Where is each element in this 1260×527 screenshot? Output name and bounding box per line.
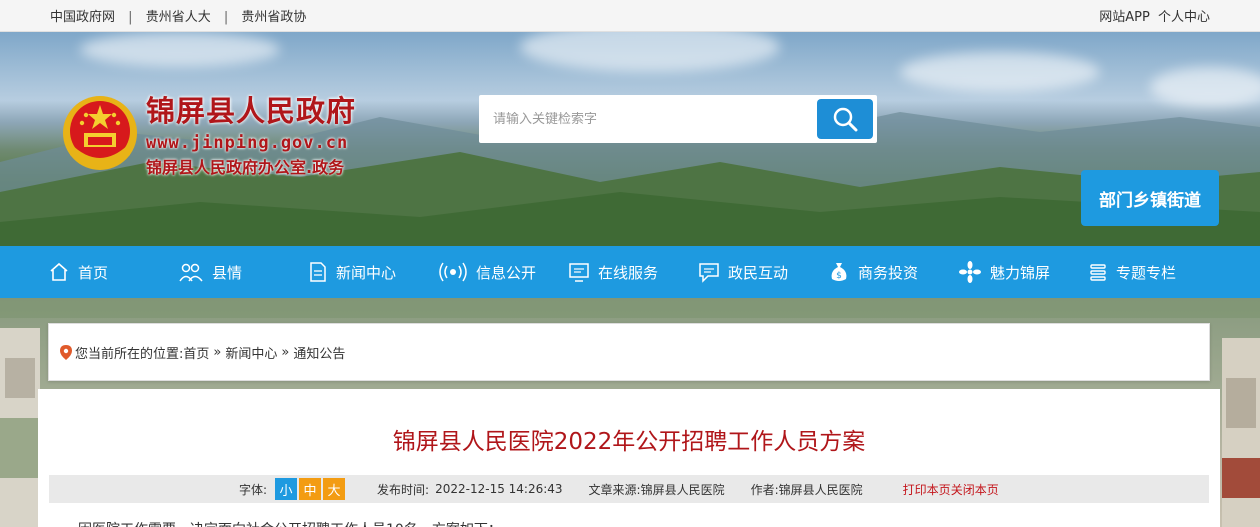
top-left-links: 中国政府网 | 贵州省人大 | 贵州省政协 <box>50 6 306 25</box>
department-button[interactable]: 部门乡镇街道 <box>1081 170 1219 226</box>
search-icon <box>833 107 858 132</box>
separator: | <box>128 10 133 25</box>
link-guizhou-cppcc[interactable]: 贵州省政协 <box>241 10 306 25</box>
breadcrumb-news[interactable]: 新闻中心 <box>225 343 277 362</box>
site-url: www.jinping.gov.cn <box>146 133 349 153</box>
breadcrumb-notice[interactable]: 通知公告 <box>293 343 345 362</box>
nav-home[interactable]: 首页 <box>48 261 178 283</box>
breadcrumb-home[interactable]: 首页 <box>183 343 209 362</box>
link-app[interactable]: 网站APP <box>1099 10 1150 25</box>
nav-label: 县情 <box>212 263 243 282</box>
document-icon <box>310 262 326 282</box>
cloud <box>80 32 280 67</box>
article-panel: 锦屏县人民医院2022年公开招聘工作人员方案 字体: 小 中 大 发布时间: 2… <box>38 389 1220 527</box>
nav-news[interactable]: 新闻中心 <box>308 261 438 283</box>
nav-interaction[interactable]: 政民互动 <box>698 261 828 283</box>
article-author: 锦屏县人民医院 <box>778 482 863 497</box>
top-links-bar: 中国政府网 | 贵州省人大 | 贵州省政协 网站APP 个人中心 <box>0 0 1260 32</box>
article-title: 锦屏县人民医院2022年公开招聘工作人员方案 <box>392 429 866 455</box>
nav-label: 在线服务 <box>598 263 659 282</box>
link-guizhou-npc[interactable]: 贵州省人大 <box>146 10 211 25</box>
nav-label: 商务投资 <box>858 263 919 282</box>
nav-label: 新闻中心 <box>336 263 397 282</box>
nav-label: 信息公开 <box>476 263 537 282</box>
font-large-button[interactable]: 大 <box>323 478 346 500</box>
article-source: 锦屏县人民医院 <box>640 482 725 497</box>
font-medium-button[interactable]: 中 <box>299 478 322 500</box>
national-emblem-icon <box>60 93 140 173</box>
separator: | <box>223 10 229 25</box>
site-title: 锦屏县人民政府 <box>146 94 357 128</box>
link-gov-cn[interactable]: 中国政府网 <box>50 10 115 25</box>
source-label: 文章来源: <box>588 482 641 497</box>
breadcrumb-separator: » <box>213 344 222 360</box>
monitor-icon <box>569 263 589 282</box>
people-icon <box>179 263 203 282</box>
nav-label: 政民互动 <box>728 263 789 282</box>
header-banner: 锦屏县人民政府 www.jinping.gov.cn 锦屏县人民政府办公室.政务… <box>0 32 1260 246</box>
article-meta-bar: 字体: 小 中 大 发布时间: 2022-12-15 14:26:43 文章来源… <box>49 475 1209 503</box>
site-logo[interactable]: 锦屏县人民政府 www.jinping.gov.cn 锦屏县人民政府办公室.政务 <box>60 88 356 178</box>
site-subtitle: 锦屏县人民政府办公室.政务 <box>146 158 345 177</box>
location-pin-icon <box>60 344 72 360</box>
print-page-link[interactable]: 打印本页 <box>903 481 951 498</box>
search-box <box>479 95 877 143</box>
flower-icon <box>959 261 981 283</box>
cloud <box>520 32 780 72</box>
nav-county-info[interactable]: 县情 <box>178 261 308 283</box>
home-icon <box>50 262 68 281</box>
author-label: 作者: <box>750 482 779 497</box>
nav-label: 魅力锦屏 <box>990 263 1051 282</box>
search-button[interactable] <box>817 99 873 139</box>
nav-label: 专题专栏 <box>1116 263 1177 282</box>
nav-business[interactable]: $ 商务投资 <box>828 261 958 283</box>
nav-charm[interactable]: 魅力锦屏 <box>958 261 1088 283</box>
search-input[interactable] <box>493 111 817 127</box>
stack-icon <box>1090 264 1106 281</box>
breadcrumb-prefix: 您当前所在的位置: <box>75 346 184 362</box>
font-size-label: 字体: <box>239 482 268 497</box>
cloud <box>900 52 1100 92</box>
chat-icon <box>699 263 719 283</box>
article-first-line: 因医院工作需要，决定面向社会公开招聘工作人员10名，方案如下： <box>78 519 502 527</box>
broadcast-icon <box>439 262 467 282</box>
content-area: 您当前所在的位置: 首页 » 新闻中心 » 通知公告 锦屏县人民医院2022年公… <box>0 298 1260 527</box>
publish-time: 2022-12-15 14:26:43 <box>435 482 563 496</box>
nav-info-disclosure[interactable]: 信息公开 <box>438 261 568 283</box>
nav-label: 首页 <box>78 263 109 282</box>
publish-time-label: 发布时间: <box>377 482 430 497</box>
top-right-links: 网站APP 个人中心 <box>1095 6 1210 25</box>
main-nav: 首页 县情 新闻中心 信息公开 在线服务 政民互动 $ 商务投资 魅力锦屏 专题… <box>0 246 1260 298</box>
svg-text:$: $ <box>836 271 842 281</box>
font-small-button[interactable]: 小 <box>275 478 298 500</box>
link-user-center[interactable]: 个人中心 <box>1158 10 1210 25</box>
breadcrumb: 您当前所在的位置: 首页 » 新闻中心 » 通知公告 <box>48 323 1210 381</box>
nav-online-service[interactable]: 在线服务 <box>568 261 698 283</box>
breadcrumb-separator: » <box>281 344 290 360</box>
close-page-link[interactable]: 关闭本页 <box>951 481 999 498</box>
nav-special-topics[interactable]: 专题专栏 <box>1088 261 1218 283</box>
money-bag-icon: $ <box>831 263 847 281</box>
